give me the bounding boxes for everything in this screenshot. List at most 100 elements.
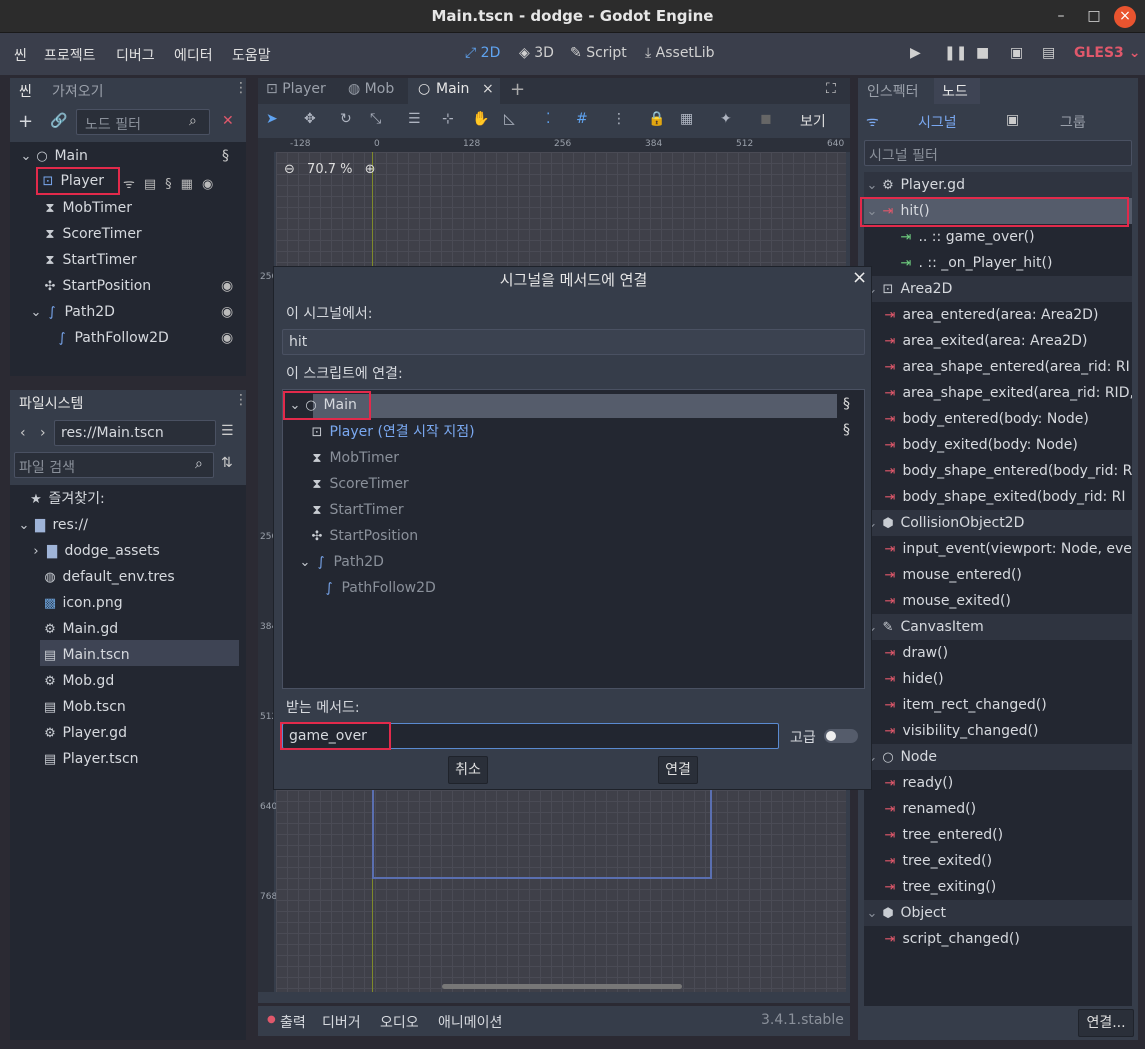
signal-item[interactable]: ⇥ tree_exited() (882, 848, 993, 874)
play-custom-button[interactable]: ▤ (1042, 45, 1055, 61)
res-folder[interactable]: ⌄ ▇ res:// (16, 512, 88, 538)
forward-icon[interactable]: › (40, 425, 46, 441)
signal-class-header[interactable]: ⌄ ⚙ Player.gd (864, 172, 1132, 198)
sort-icon[interactable]: ⇅ (221, 455, 233, 471)
instance-scene-icon[interactable]: ✕ (222, 113, 234, 129)
script-icon[interactable]: § (165, 177, 181, 192)
signal-item[interactable]: ⇥ draw() (882, 640, 949, 666)
cancel-button[interactable]: 취소 (448, 756, 488, 784)
instance-icon[interactable]: ▤ (144, 177, 165, 192)
signal-item[interactable]: ⇥ item_rect_changed() (882, 692, 1047, 718)
renderer-select[interactable]: GLES3 ⌄ (1074, 45, 1140, 61)
pause-button[interactable]: ❚❚ (944, 45, 967, 61)
signal-icon[interactable]: ᯤ (123, 177, 144, 192)
tab-node[interactable]: 노드 (934, 78, 980, 104)
signal-item[interactable]: ⇥ body_entered(body: Node) (882, 406, 1089, 432)
pivot-tool-icon[interactable]: ⊹ (442, 111, 454, 127)
file-item[interactable]: ⚙ Mob.gd (42, 668, 114, 694)
menu-debug[interactable]: 디버그 (116, 45, 155, 65)
tab-script[interactable]: ✎ Script (570, 45, 627, 61)
tab-main[interactable]: ○ Main × (408, 78, 500, 104)
menu-project[interactable]: 프로젝트 (44, 45, 96, 65)
play-button[interactable]: ▶ (910, 45, 921, 61)
group-icon[interactable]: ▦ (680, 111, 693, 127)
file-item[interactable]: ⚙ Player.gd (42, 720, 127, 746)
tab-player[interactable]: ⊡ Player (266, 81, 326, 97)
dialog-close-icon[interactable]: × (852, 267, 867, 288)
scale-tool-icon[interactable]: ⤡ (370, 111, 381, 127)
tab-import[interactable]: 가져오기 (52, 81, 104, 101)
dialog-node-player[interactable]: ⊡ Player (연결 시작 지점) (309, 419, 475, 445)
signal-item[interactable]: ⇥ body_exited(body: Node) (882, 432, 1078, 458)
zoom-in-icon[interactable]: ⊕ (365, 162, 376, 177)
fullscreen-icon[interactable]: ⛶ (826, 81, 836, 97)
subtab-groups[interactable]: 그룹 (1060, 112, 1086, 132)
group-icon[interactable]: ▦ (181, 177, 202, 192)
eye-icon[interactable]: ◉ (221, 330, 233, 346)
more-icon[interactable]: ⋮ (612, 111, 626, 127)
grid-snap-icon[interactable]: # (576, 111, 588, 127)
stop-button[interactable]: ■ (976, 45, 989, 61)
file-item[interactable]: ⚙ Main.gd (42, 616, 118, 642)
tab-animation[interactable]: 애니메이션 (438, 1012, 502, 1032)
split-view-icon[interactable]: ☰ (221, 423, 234, 439)
list-tool-icon[interactable]: ☰ (408, 111, 421, 127)
file-search-input[interactable]: 파일 검색 ⌕ (14, 452, 214, 478)
dialog-node-path2d[interactable]: ⌄ ∫ Path2D (297, 549, 384, 575)
bone-icon[interactable]: ✦ (720, 111, 732, 127)
maximize-button[interactable]: □ (1083, 6, 1105, 28)
signal-item[interactable]: ⇥ body_shape_exited(body_rid: RI (882, 484, 1126, 510)
zoom-out-icon[interactable]: ⊖ (284, 162, 295, 177)
move-tool-icon[interactable]: ✥ (304, 111, 316, 127)
signal-item[interactable]: ⇥ input_event(viewport: Node, eve (882, 536, 1132, 562)
scene-node-starttimer[interactable]: ⧗ StartTimer (42, 247, 136, 273)
file-item[interactable]: ▤ Player.tscn (42, 746, 139, 772)
signal-item[interactable]: ⇥ hide() (882, 666, 944, 692)
dialog-node-startposition[interactable]: ✣ StartPosition (309, 523, 419, 549)
link-icon[interactable]: 🔗 (50, 113, 67, 129)
signal-item[interactable]: ⇥ mouse_exited() (882, 588, 1011, 614)
tab-debugger[interactable]: 디버거 (322, 1012, 361, 1032)
menu-editor[interactable]: 에디터 (174, 45, 213, 65)
dialog-node-mobtimer[interactable]: ⧗ MobTimer (309, 445, 399, 471)
view-menu[interactable]: 보기 (800, 111, 826, 131)
tab-audio[interactable]: 오디오 (380, 1012, 419, 1032)
signal-item[interactable]: ⇥ body_shape_entered(body_rid: R (882, 458, 1132, 484)
tab-2d[interactable]: ⤢ 2D (465, 45, 500, 61)
dialog-node-scoretimer[interactable]: ⧗ ScoreTimer (309, 471, 408, 497)
scene-node-mobtimer[interactable]: ⧗ MobTimer (42, 195, 132, 221)
signal-item[interactable]: ⇥ visibility_changed() (882, 718, 1039, 744)
signal-connection[interactable]: ⇥ .. :: game_over() (898, 224, 1035, 250)
dialog-node-starttimer[interactable]: ⧗ StartTimer (309, 497, 403, 523)
script-icon[interactable]: § (222, 148, 229, 164)
rotate-tool-icon[interactable]: ↻ (340, 111, 352, 127)
signal-connection[interactable]: ⇥ . :: _on_Player_hit() (898, 250, 1053, 276)
eye-icon[interactable]: ◉ (202, 177, 222, 192)
menu-scene[interactable]: 씬 (14, 45, 27, 65)
signal-class-header[interactable]: ⌄ ○ Node (864, 744, 1132, 770)
add-tab-icon[interactable]: + (510, 79, 525, 100)
tab-filesystem[interactable]: 파일시스템 (19, 393, 83, 413)
scene-node-main[interactable]: ⌄ ○ Main (18, 143, 88, 169)
tab-inspector[interactable]: 인스펙터 (867, 81, 919, 101)
scene-node-path2d[interactable]: ⌄ ∫ Path2D (28, 299, 115, 325)
scene-node-startposition[interactable]: ✣ StartPosition (42, 273, 152, 299)
zoom-level[interactable]: 70.7 % (307, 162, 352, 177)
signal-class-header[interactable]: ⌄ ✎ CanvasItem (864, 614, 1132, 640)
file-item[interactable]: ▤ Mob.tscn (42, 694, 126, 720)
select-tool-icon[interactable]: ➤ (266, 111, 278, 127)
menu-help[interactable]: 도움말 (232, 45, 271, 65)
path-field[interactable]: res://Main.tscn (54, 420, 216, 446)
signal-class-header[interactable]: ⌄ ⬢ Object (864, 900, 1132, 926)
signal-item[interactable]: ⇥ mouse_entered() (882, 562, 1022, 588)
eye-icon[interactable]: ◉ (221, 278, 233, 294)
pan-tool-icon[interactable]: ✋ (472, 111, 489, 127)
scene-node-pathfollow2d[interactable]: ∫ PathFollow2D (54, 325, 169, 351)
connect-signal-button[interactable]: 연결... (1078, 1009, 1134, 1037)
file-item[interactable]: ◍ default_env.tres (42, 564, 174, 590)
signal-item[interactable]: ⇥ area_shape_exited(area_rid: RID, (882, 380, 1132, 406)
minimize-button[interactable]: – (1050, 6, 1072, 28)
signal-item[interactable]: ⇥ area_exited(area: Area2D) (882, 328, 1088, 354)
tab-mob[interactable]: ◍ Mob (348, 81, 394, 97)
back-icon[interactable]: ‹ (20, 425, 26, 441)
